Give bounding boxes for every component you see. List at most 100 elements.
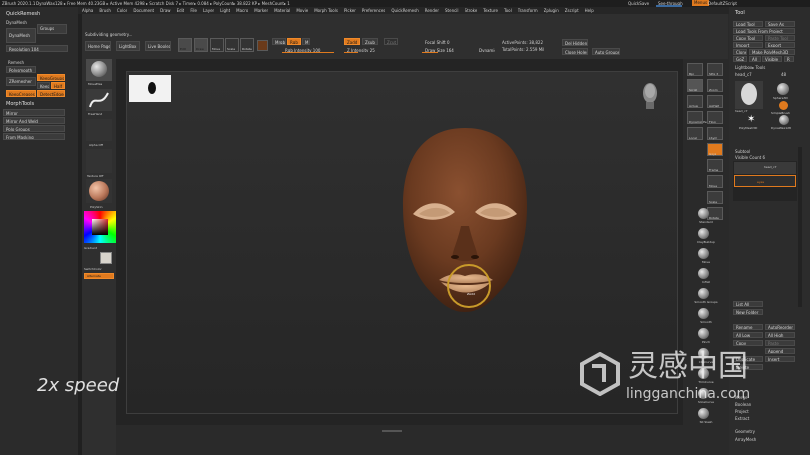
shelf-move-button[interactable]: Move <box>707 175 723 188</box>
menu-brush[interactable]: Brush <box>99 8 111 13</box>
live-boolean-button[interactable]: Live Boolean <box>145 41 171 51</box>
menu-stroke[interactable]: Stroke <box>465 8 478 13</box>
visible-button[interactable]: Visible <box>762 56 782 62</box>
rgb-button[interactable]: Rgb <box>287 38 301 45</box>
zcut-button[interactable]: Zcut <box>384 38 398 45</box>
menu-quickremesh[interactable]: QuickRemesh <box>391 8 418 13</box>
brush-sk-slash-icon[interactable] <box>698 408 709 419</box>
material-swatch-button[interactable] <box>257 40 268 51</box>
menu-zscript[interactable]: Zscript <box>565 8 579 13</box>
menu-movie[interactable]: Movie <box>296 8 308 13</box>
menu-marker[interactable]: Marker <box>254 8 268 13</box>
menu-light[interactable]: Light <box>220 8 230 13</box>
zadd-button[interactable]: Zadd <box>344 38 360 45</box>
close-holes-button[interactable]: Close Holes <box>562 48 588 55</box>
shelf-bpr-button[interactable]: Bpr <box>687 63 703 76</box>
polysmooth-button[interactable]: Polysmooth <box>6 66 36 73</box>
paste-tool-button[interactable]: Paste Tool <box>765 35 795 41</box>
make-polymesh3d-button[interactable]: Make PolyMesh3D <box>749 49 795 55</box>
rename-button[interactable]: Rename <box>733 324 763 330</box>
menu-morph-tools[interactable]: Morph Tools <box>314 8 338 13</box>
r-button[interactable]: R <box>784 56 794 62</box>
subtool-row-eyes[interactable]: eyes <box>734 175 796 187</box>
shelf-spix-3-button[interactable]: SPix 3 <box>707 63 723 76</box>
m-button[interactable]: M <box>302 38 310 45</box>
color-picker-square[interactable] <box>92 219 108 235</box>
head-navigator-icon[interactable] <box>641 80 659 110</box>
window-controls[interactable] <box>760 0 810 7</box>
shelf-scroll-button[interactable]: Scroll <box>687 79 703 92</box>
menu-draw[interactable]: Draw <box>160 8 170 13</box>
brush-move-icon[interactable] <box>698 248 709 259</box>
keep-creases-button[interactable]: KeepCreases <box>6 90 36 97</box>
zremesher-button[interactable]: ZRemesher <box>6 77 36 86</box>
menu-stencil[interactable]: Stencil <box>445 8 459 13</box>
keep-button[interactable]: Keep <box>37 82 50 89</box>
load-tool-button[interactable]: Load Tool <box>733 21 763 27</box>
brush-standard-icon[interactable] <box>698 208 709 219</box>
new-folder-button[interactable]: New Folder <box>733 309 763 315</box>
menu-color[interactable]: Color <box>117 8 127 13</box>
dynamic-button[interactable]: Dynamic <box>476 46 496 53</box>
draw-button[interactable]: Draw <box>194 38 208 52</box>
menu-material[interactable]: Material <box>274 8 290 13</box>
stroke-thumbnail[interactable] <box>86 89 112 111</box>
all-high-button[interactable]: All High <box>765 332 795 338</box>
list-all-button[interactable]: List All <box>733 301 763 307</box>
load-tools-from-project-button[interactable]: Load Tools From Project <box>733 28 795 34</box>
menu-macro[interactable]: Macro <box>236 8 248 13</box>
menu-help[interactable]: Help <box>585 8 594 13</box>
lightbox-button[interactable]: LightBox <box>116 41 140 51</box>
dynamesh-button[interactable]: DynaMesh <box>6 28 36 43</box>
brush-claybuildup-icon[interactable] <box>698 228 709 239</box>
zsub-button[interactable]: Zsub <box>362 38 378 45</box>
menu-zplugin[interactable]: Zplugin <box>544 8 559 13</box>
groups-button[interactable]: Groups <box>37 24 67 34</box>
copy-button[interactable]: Copy <box>733 340 763 346</box>
scale-button[interactable]: Scale <box>225 38 239 52</box>
mrgb-button[interactable]: Mrgb <box>272 38 286 45</box>
material-thumbnail[interactable] <box>86 179 112 203</box>
mirror-and-weld-button[interactable]: Mirror And Weld <box>3 117 65 124</box>
auto-groups-button[interactable]: Auto Groups <box>592 48 620 55</box>
default-zscript-button[interactable]: DefaultZScript <box>708 1 737 6</box>
shelf-scale-button[interactable]: Scale <box>707 191 723 204</box>
all-button[interactable]: All <box>749 56 761 62</box>
shelf-dynamic-persp-button[interactable]: Dynamic Persp <box>687 111 711 124</box>
paste-button[interactable]: Paste <box>765 340 795 346</box>
alpha-thumbnail[interactable] <box>86 119 112 141</box>
subtool-row-head[interactable]: head_c7 <box>734 162 796 174</box>
all-low-button[interactable]: All Low <box>733 332 763 338</box>
menu-edit[interactable]: Edit <box>177 8 185 13</box>
shelf-frame-button[interactable]: Frame <box>707 159 723 172</box>
shelf-zoom-button[interactable]: Zoom <box>707 79 723 92</box>
menus-button[interactable]: Menus <box>692 0 710 6</box>
detect-edges-button[interactable]: DetectEdges <box>37 90 65 97</box>
extract-button[interactable]: Extract <box>735 416 749 421</box>
menu-tool[interactable]: Tool <box>504 8 512 13</box>
menu-document[interactable]: Document <box>133 8 154 13</box>
quicksave-button[interactable]: QuickSave <box>628 1 649 6</box>
keep-groups-button[interactable]: KeepGroups <box>37 74 65 81</box>
goz-button[interactable]: GoZ <box>733 56 747 62</box>
from-masking-button[interactable]: From Masking <box>3 133 65 140</box>
shelf-local-button[interactable]: Local <box>687 127 703 140</box>
rotate-button[interactable]: Rotate <box>240 38 254 52</box>
secondary-color-swatch[interactable] <box>100 252 112 264</box>
shelf-gxyz-button[interactable]: Gxyz <box>707 143 723 156</box>
brush-smooth-groups-icon[interactable] <box>698 288 709 299</box>
save-as-button[interactable]: Save As <box>765 21 795 27</box>
shelf-lsym-button[interactable]: LSym <box>707 127 723 140</box>
canvas-resize-handle[interactable] <box>382 430 402 432</box>
home-page-button[interactable]: Home Page <box>85 41 111 51</box>
subtool-title[interactable]: Subtool <box>735 149 750 154</box>
brush-pinch-icon[interactable] <box>698 328 709 339</box>
autoreorder-button[interactable]: AutoReorder <box>765 324 795 330</box>
menu-file[interactable]: File <box>190 8 197 13</box>
color-picker[interactable] <box>84 211 116 243</box>
polo-groups-button[interactable]: Polo Groups <box>3 125 65 132</box>
import-button[interactable]: Import <box>733 42 763 48</box>
geometry-section[interactable]: Geometry <box>735 429 755 434</box>
texture-thumbnail[interactable] <box>86 149 112 173</box>
menu-texture[interactable]: Texture <box>483 8 498 13</box>
